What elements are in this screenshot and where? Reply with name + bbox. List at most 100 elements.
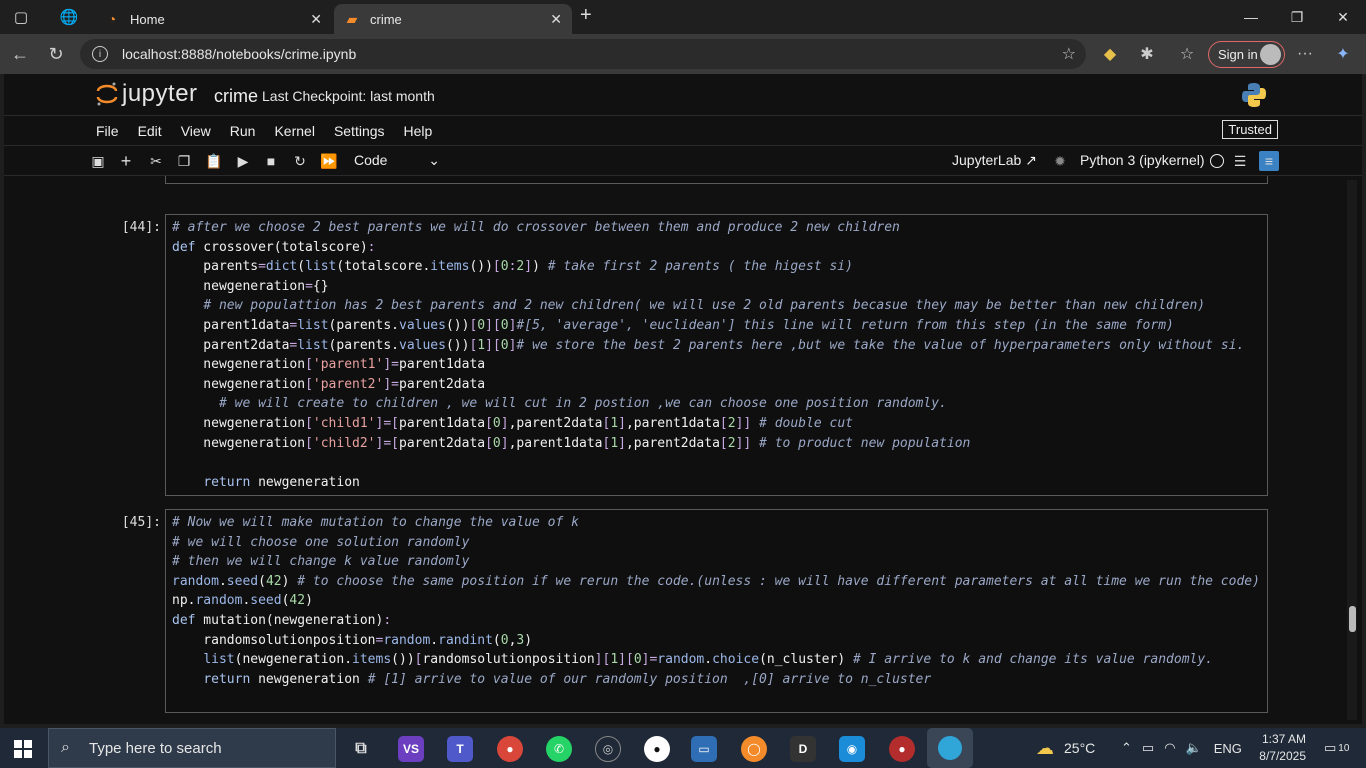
restore-icon[interactable]: ❐ [1274,0,1320,34]
weather-icon: ☁ [1036,737,1054,758]
copilot-icon[interactable]: ✦ [1332,43,1354,65]
debugger-icon[interactable]: ✹ [1050,151,1070,171]
code-line: newgeneration['child1']=[parent1data[0],… [172,415,853,431]
windows-start-icon[interactable] [14,740,32,758]
chevron-up-icon[interactable]: ⌃ [1121,740,1132,756]
kernel-status-icon [1210,154,1224,168]
scrollbar-thumb[interactable] [1349,606,1356,632]
app-red-icon[interactable]: ● [889,736,915,762]
notebook-area: return totalscore [44]: # after we choos… [83,176,1347,724]
jupyterlab-link[interactable]: JupyterLab ↗ [952,152,1037,169]
extensions-puzzle-icon[interactable]: ✱ [1136,43,1158,65]
favorite-star-icon[interactable]: ☆ [1062,44,1076,64]
cell-editor[interactable]: # Now we will make mutation to change th… [165,509,1268,713]
code-line: newgeneration={} [172,278,329,294]
code-line: parent1data=list(parents.values())[0][0]… [172,317,1174,333]
notifications-button[interactable]: ▭ 10 [1324,728,1349,768]
code-line: # we will choose one solution randomly [172,534,470,550]
scrollbar[interactable] [1347,180,1357,720]
favorites-icon[interactable]: ☆ [1176,43,1198,65]
code-line: random.seed(42) # to choose the same pos… [172,573,1260,589]
new-tab-button[interactable]: + [580,4,592,27]
jupyter-header: jupyter crime Last Checkpoint: last mont… [4,74,1362,116]
tab-crime[interactable]: ▰ crime ✕ [334,4,572,34]
save-icon[interactable]: ▣ [88,151,108,171]
teams-icon[interactable]: T [447,736,473,762]
code-line: newgeneration['child2']=[parent2data[0],… [172,435,971,451]
kernel-name[interactable]: Python 3 (ipykernel) [1080,152,1205,168]
visual-studio-icon[interactable]: VS [398,736,424,762]
restart-icon[interactable]: ↻ [290,151,310,171]
property-inspector-icon[interactable]: ≡ [1259,151,1279,171]
run-icon[interactable]: ▶ [233,151,253,171]
tab-actions-icon[interactable]: ▢ [10,6,32,28]
code-line: return totalscore [172,176,1261,180]
address-bar-row: ← ↻ i localhost:8888/notebooks/crime.ipy… [0,34,1366,74]
jupyter-taskbar-icon[interactable]: ◯ [741,736,767,762]
sign-in-label: Sign in [1218,47,1258,62]
app-blue-icon[interactable]: ◉ [839,736,865,762]
tab-home[interactable]: ◔ Home ✕ [94,4,332,34]
weather-widget[interactable]: ☁ 25°C [1036,728,1095,768]
weather-temp: 25°C [1064,740,1096,756]
more-menu-icon[interactable]: ··· [1294,43,1316,65]
close-window-icon[interactable]: ✕ [1320,0,1366,34]
cut-icon[interactable]: ✂ [146,151,166,171]
paste-icon[interactable]: 📋 [204,151,224,171]
refresh-icon[interactable]: ↻ [44,42,68,66]
browser-tab-bar: ▢ 🌐 ◔ Home ✕ ▰ crime ✕ + — ❐ ✕ [0,0,1366,34]
stop-icon[interactable]: ■ [261,151,281,171]
app-icon[interactable]: ◎ [595,736,621,762]
notebook-name[interactable]: crime [214,86,258,107]
whatsapp-icon[interactable]: ✆ [546,736,572,762]
menu-settings[interactable]: Settings [334,123,385,139]
code-line: # new populattion has 2 best parents and… [203,298,1206,314]
menu-run[interactable]: Run [230,123,256,139]
back-icon[interactable]: ← [8,42,32,66]
volume-icon: 🔈 [1185,740,1202,755]
clock-time: 1:37 AM [1261,732,1306,746]
close-icon[interactable]: ✕ [550,11,562,28]
app-d-icon[interactable]: D [790,736,816,762]
cell-type-select[interactable]: Code ⌄ [354,152,440,168]
checkpoint-status: Last Checkpoint: last month [262,88,435,104]
jupyter-logo[interactable]: jupyter [96,80,198,108]
sign-in-button[interactable]: Sign in [1208,41,1285,68]
clock[interactable]: 1:37 AM 8/7/2025 [1256,731,1306,765]
info-icon[interactable]: i [92,46,108,62]
chrome-icon[interactable]: ● [497,736,523,762]
taskbar-search-input[interactable]: ⌕ Type here to search [48,728,336,768]
minimize-icon[interactable]: — [1228,0,1274,34]
cell-editor[interactable]: return totalscore [165,176,1268,184]
fast-forward-icon[interactable]: ⏩ [319,151,339,171]
tab-title: crime [370,11,402,27]
system-tray[interactable]: ⌃ ▭ ◠ 🔈 ENG [1121,728,1242,768]
task-view-icon[interactable]: ⧉ [348,736,374,762]
notebook-toolbar: ▣ + ✂ ❐ 📋 ▶ ■ ↻ ⏩ Code ⌄ JupyterLab ↗ ✹ … [4,146,1362,176]
workspaces-icon[interactable]: 🌐 [58,6,80,28]
edge-icon[interactable] [927,728,973,768]
close-icon[interactable]: ✕ [310,11,322,28]
language-indicator[interactable]: ENG [1214,741,1242,756]
cell-editor[interactable]: # after we choose 2 best parents we will… [165,214,1268,497]
notification-count: 10 [1338,742,1350,754]
menu-lines-icon[interactable]: ☰ [1230,151,1250,171]
remote-desktop-icon[interactable]: ▭ [691,736,717,762]
menu-kernel[interactable]: Kernel [274,123,314,139]
menu-file[interactable]: File [96,123,119,139]
menu-edit[interactable]: Edit [138,123,162,139]
menu-view[interactable]: View [181,123,211,139]
url-input[interactable]: i localhost:8888/notebooks/crime.ipynb ☆ [80,39,1086,69]
code-line: # we will create to children , we will c… [218,396,947,412]
trusted-badge[interactable]: Trusted [1222,120,1278,139]
github-icon[interactable]: ● [644,736,670,762]
extension-icon[interactable]: ◆ [1099,43,1121,65]
notification-icon: ▭ [1324,740,1337,755]
avatar [1260,44,1281,65]
menu-help[interactable]: Help [404,123,433,139]
jupyterlab-link-label: JupyterLab [952,152,1022,168]
battery-icon: ▭ [1141,740,1155,755]
code-line: return newgeneration [203,474,360,490]
copy-icon[interactable]: ❐ [174,151,194,171]
add-cell-icon[interactable]: + [116,151,136,171]
